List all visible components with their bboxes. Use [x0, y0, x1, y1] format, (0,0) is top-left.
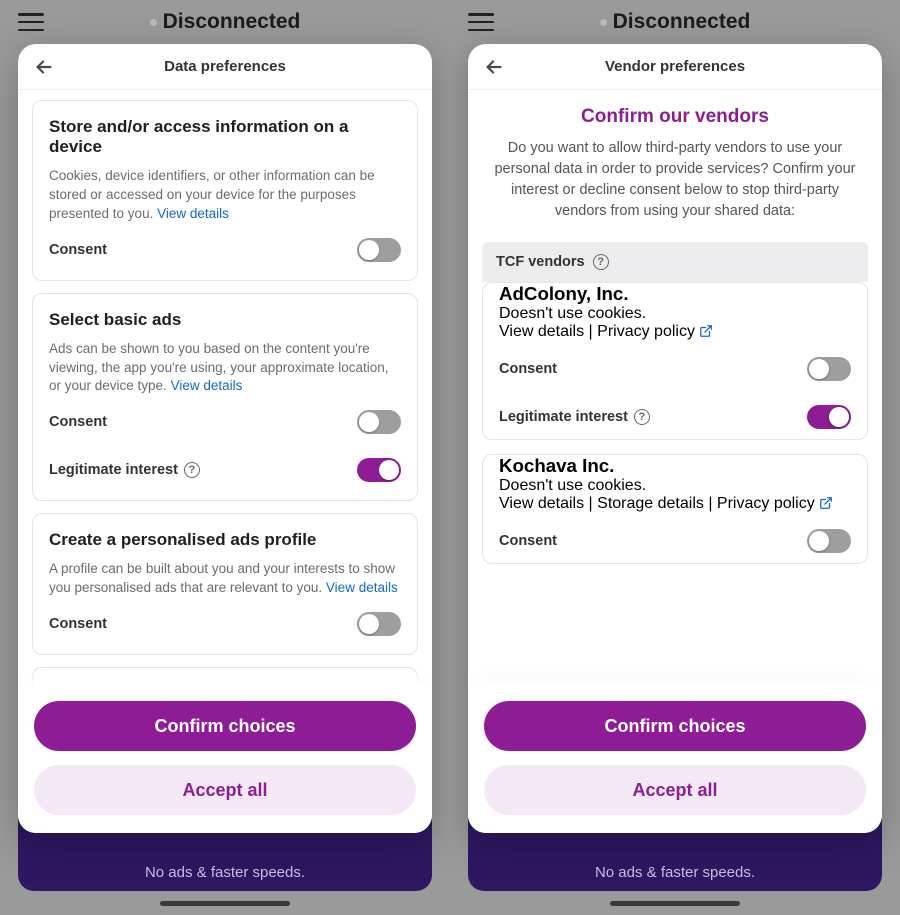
toggle-row: Consent	[49, 224, 401, 272]
preference-card: Create a personalised ads profile A profi…	[32, 513, 418, 655]
confirm-choices-button[interactable]: Confirm choices	[34, 701, 416, 751]
vendor-card: Kochava Inc.Doesn't use cookies.View det…	[482, 454, 868, 564]
toggle-label: Consent	[49, 616, 107, 632]
vendor-name: AdColony, Inc.	[499, 283, 851, 305]
external-link-icon	[699, 324, 713, 343]
view-details-link[interactable]: View details	[326, 580, 398, 595]
back-button[interactable]	[30, 53, 58, 81]
toggle-row: Consent	[49, 396, 401, 444]
vendor-heading: Confirm our vendors	[486, 106, 864, 128]
data-preferences-modal: Data preferences Store and/or access inf…	[18, 44, 432, 833]
card-description: Cookies, device identifiers, or other in…	[49, 167, 401, 224]
card-title: Select basic ads	[49, 310, 401, 330]
vendor0-consent-toggle[interactable]	[807, 357, 851, 381]
preference-card: Select basic ads Ads can be shown to you …	[32, 293, 418, 502]
vendor-link[interactable]: Privacy policy	[597, 323, 695, 340]
toggle-label: Consent	[499, 533, 557, 549]
vendor-preferences-modal: Vendor preferences Confirm our vendors Do…	[468, 44, 882, 833]
toggle-row: Consent	[499, 343, 851, 391]
modal-title: Data preferences	[164, 58, 286, 75]
vendor-card: AdColony, Inc.Doesn't use cookies.View d…	[482, 282, 868, 440]
home-indicator	[610, 901, 740, 906]
confirm-choices-button[interactable]: Confirm choices	[484, 701, 866, 751]
card2-consent-toggle[interactable]	[357, 612, 401, 636]
card1-consent-toggle[interactable]	[357, 410, 401, 434]
external-link-icon	[819, 496, 833, 515]
card-description: Ads can be shown to you based on the con…	[49, 340, 401, 397]
vendor-link[interactable]: Storage details	[597, 495, 704, 512]
toggle-label: Consent	[49, 242, 107, 258]
toggle-row: Consent	[49, 598, 401, 646]
vendor-link[interactable]: Privacy policy	[717, 495, 815, 512]
card0-consent-toggle[interactable]	[357, 238, 401, 262]
info-icon[interactable]: ?	[593, 254, 609, 270]
view-details-link[interactable]: View details	[171, 378, 243, 393]
modal-title: Vendor preferences	[605, 58, 745, 75]
info-icon[interactable]: ?	[184, 462, 200, 478]
vendor1-consent-toggle[interactable]	[807, 529, 851, 553]
card1-legitimate-interest-toggle[interactable]	[357, 458, 401, 482]
vendor-intro: Do you want to allow third-party vendors…	[486, 138, 864, 222]
info-icon[interactable]: ?	[634, 409, 650, 425]
home-indicator	[160, 901, 290, 906]
toggle-row: Consent	[499, 515, 851, 563]
vendor-links: View details | Privacy policy	[499, 323, 851, 343]
accept-all-button[interactable]: Accept all	[484, 765, 866, 815]
vendor0-legitimate-interest-toggle[interactable]	[807, 405, 851, 429]
card-title: Store and/or access information on a dev…	[49, 117, 401, 157]
vendor-links: View details | Storage details | Privacy…	[499, 495, 851, 515]
connection-status: Disconnected	[468, 10, 882, 34]
toggle-row: Legitimate interest ?	[49, 444, 401, 492]
accept-all-button[interactable]: Accept all	[34, 765, 416, 815]
toggle-label: Consent	[49, 414, 107, 430]
card-description: A profile can be built about you and you…	[49, 560, 401, 598]
vendor-link[interactable]: View details	[499, 495, 584, 512]
toggle-label: Consent	[499, 361, 557, 377]
back-button[interactable]	[480, 53, 508, 81]
toggle-label: Legitimate interest ?	[499, 409, 650, 425]
vendor-subtext: Doesn't use cookies.	[499, 305, 851, 323]
card-title: Create a personalised ads profile	[49, 530, 401, 550]
connection-status: Disconnected	[18, 10, 432, 34]
toggle-label: Legitimate interest ?	[49, 462, 200, 478]
vendor-section-label: TCF vendors ?	[482, 242, 868, 282]
toggle-row: Legitimate interest ?	[499, 391, 851, 439]
vendor-subtext: Doesn't use cookies.	[499, 477, 851, 495]
view-details-link[interactable]: View details	[157, 206, 229, 221]
vendor-link[interactable]: View details	[499, 323, 584, 340]
preference-card: Store and/or access information on a dev…	[32, 100, 418, 281]
vendor-name: Kochava Inc.	[499, 455, 851, 477]
